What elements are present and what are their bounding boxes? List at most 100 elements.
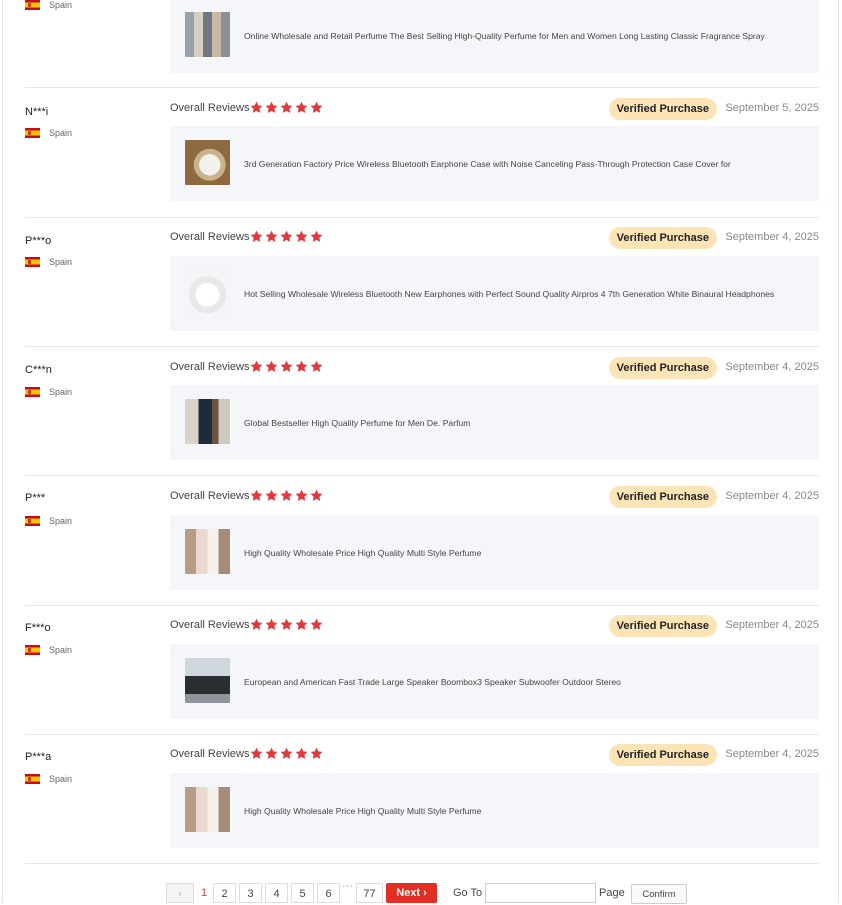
review-item: P***a Spain Overall Reviews Verified Pur… bbox=[25, 735, 819, 864]
star-icon bbox=[250, 618, 263, 631]
spain-flag-icon bbox=[25, 645, 40, 655]
review-country: Spain bbox=[25, 645, 72, 655]
star-icon bbox=[310, 618, 323, 631]
rating-stars bbox=[250, 618, 325, 631]
goto-page-input[interactable] bbox=[485, 883, 596, 903]
review-product[interactable]: Hot Selling Wholesale Wireless Bluetooth… bbox=[170, 256, 819, 331]
chevron-right-icon: › bbox=[423, 887, 427, 899]
product-title[interactable]: High Quality Wholesale Price High Qualit… bbox=[244, 773, 809, 848]
star-icon bbox=[265, 101, 278, 114]
overall-reviews-label: Overall Reviews bbox=[170, 490, 250, 502]
verified-purchase-badge: Verified Purchase bbox=[608, 98, 717, 120]
page-button[interactable]: 3 bbox=[239, 883, 262, 903]
review-product[interactable]: High Quality Wholesale Price High Qualit… bbox=[170, 773, 819, 848]
review-country: Spain bbox=[25, 128, 72, 138]
review-item: Spain Online Wholesale and Retail Perfum… bbox=[25, 0, 819, 88]
star-icon bbox=[265, 618, 278, 631]
product-thumbnail[interactable] bbox=[185, 529, 230, 574]
overall-reviews-label: Overall Reviews bbox=[170, 102, 250, 114]
star-icon bbox=[265, 230, 278, 243]
review-product[interactable]: 3rd Generation Factory Price Wireless Bl… bbox=[170, 126, 819, 201]
product-title[interactable]: 3rd Generation Factory Price Wireless Bl… bbox=[244, 126, 809, 201]
star-icon bbox=[265, 747, 278, 760]
review-meta: Overall Reviews Verified Purchase Septem… bbox=[170, 357, 819, 379]
review-item: C***n Spain Overall Reviews Verified Pur… bbox=[25, 347, 819, 476]
rating-stars bbox=[250, 230, 325, 243]
star-icon bbox=[295, 489, 308, 502]
review-product[interactable]: Online Wholesale and Retail Perfume The … bbox=[170, 0, 819, 73]
review-date: September 4, 2025 bbox=[725, 748, 819, 760]
review-item: F***o Spain Overall Reviews Verified Pur… bbox=[25, 606, 819, 735]
star-icon bbox=[250, 747, 263, 760]
review-date: September 4, 2025 bbox=[725, 490, 819, 502]
country-label: Spain bbox=[49, 774, 73, 784]
verified-purchase-badge: Verified Purchase bbox=[608, 357, 717, 379]
review-username: P***a bbox=[25, 751, 52, 763]
product-title[interactable]: European and American Fast Trade Large S… bbox=[244, 644, 809, 719]
review-item: P***o Spain Overall Reviews Verified Pur… bbox=[25, 218, 819, 347]
overall-reviews-label: Overall Reviews bbox=[170, 748, 250, 760]
rating-stars bbox=[250, 360, 325, 373]
overall-reviews-label: Overall Reviews bbox=[170, 231, 250, 243]
confirm-button[interactable]: Confirm bbox=[631, 884, 687, 904]
spain-flag-icon bbox=[25, 0, 40, 10]
star-icon bbox=[310, 747, 323, 760]
divider bbox=[25, 863, 819, 864]
verified-purchase-badge: Verified Purchase bbox=[608, 744, 717, 766]
review-username: P*** bbox=[25, 492, 46, 504]
country-label: Spain bbox=[49, 128, 73, 138]
review-username: P***o bbox=[25, 235, 52, 247]
review-username: F***o bbox=[25, 622, 51, 634]
last-page-button[interactable]: 77 bbox=[356, 883, 383, 903]
review-date: September 4, 2025 bbox=[725, 361, 819, 373]
star-icon bbox=[250, 101, 263, 114]
star-icon bbox=[310, 230, 323, 243]
product-title[interactable]: Online Wholesale and Retail Perfume The … bbox=[244, 0, 809, 73]
page-button[interactable]: 5 bbox=[291, 883, 314, 903]
review-country: Spain bbox=[25, 774, 72, 784]
star-icon bbox=[280, 747, 293, 760]
product-thumbnail[interactable] bbox=[185, 270, 230, 315]
chevron-left-icon: ‹ bbox=[178, 888, 182, 900]
page-button[interactable]: 2 bbox=[213, 883, 236, 903]
spain-flag-icon bbox=[25, 128, 40, 138]
spain-flag-icon bbox=[25, 387, 40, 397]
page-button[interactable]: 1 bbox=[198, 883, 210, 903]
star-icon bbox=[280, 489, 293, 502]
product-thumbnail[interactable] bbox=[185, 658, 230, 703]
review-product[interactable]: Global Bestseller High Quality Perfume f… bbox=[170, 385, 819, 460]
country-label: Spain bbox=[49, 516, 73, 526]
spain-flag-icon bbox=[25, 257, 40, 267]
star-icon bbox=[295, 230, 308, 243]
country-label: Spain bbox=[49, 257, 73, 267]
prev-page-button[interactable]: ‹ bbox=[166, 883, 194, 903]
star-icon bbox=[310, 360, 323, 373]
spain-flag-icon bbox=[25, 516, 40, 526]
product-title[interactable]: Hot Selling Wholesale Wireless Bluetooth… bbox=[244, 256, 809, 331]
next-label: Next bbox=[396, 887, 421, 899]
page-button[interactable]: 4 bbox=[265, 883, 288, 903]
star-icon bbox=[280, 360, 293, 373]
product-title[interactable]: High Quality Wholesale Price High Qualit… bbox=[244, 515, 809, 590]
next-page-button[interactable]: Next › bbox=[386, 883, 437, 903]
product-title[interactable]: Global Bestseller High Quality Perfume f… bbox=[244, 385, 809, 460]
country-label: Spain bbox=[49, 645, 73, 655]
rating-stars bbox=[250, 101, 325, 114]
page-button[interactable]: 6 bbox=[317, 883, 340, 903]
product-thumbnail[interactable] bbox=[185, 787, 230, 832]
product-thumbnail[interactable] bbox=[185, 399, 230, 444]
verified-purchase-badge: Verified Purchase bbox=[608, 615, 717, 637]
review-country: Spain bbox=[25, 387, 72, 397]
review-product[interactable]: European and American Fast Trade Large S… bbox=[170, 644, 819, 719]
review-product[interactable]: High Quality Wholesale Price High Qualit… bbox=[170, 515, 819, 590]
review-meta: Overall Reviews Verified Purchase Septem… bbox=[170, 486, 819, 508]
review-meta: Overall Reviews Verified Purchase Septem… bbox=[170, 615, 819, 637]
star-icon bbox=[280, 101, 293, 114]
star-icon bbox=[295, 618, 308, 631]
rating-stars bbox=[250, 747, 325, 760]
star-icon bbox=[250, 360, 263, 373]
star-icon bbox=[265, 360, 278, 373]
overall-reviews-label: Overall Reviews bbox=[170, 619, 250, 631]
product-thumbnail[interactable] bbox=[185, 12, 230, 57]
product-thumbnail[interactable] bbox=[185, 140, 230, 185]
